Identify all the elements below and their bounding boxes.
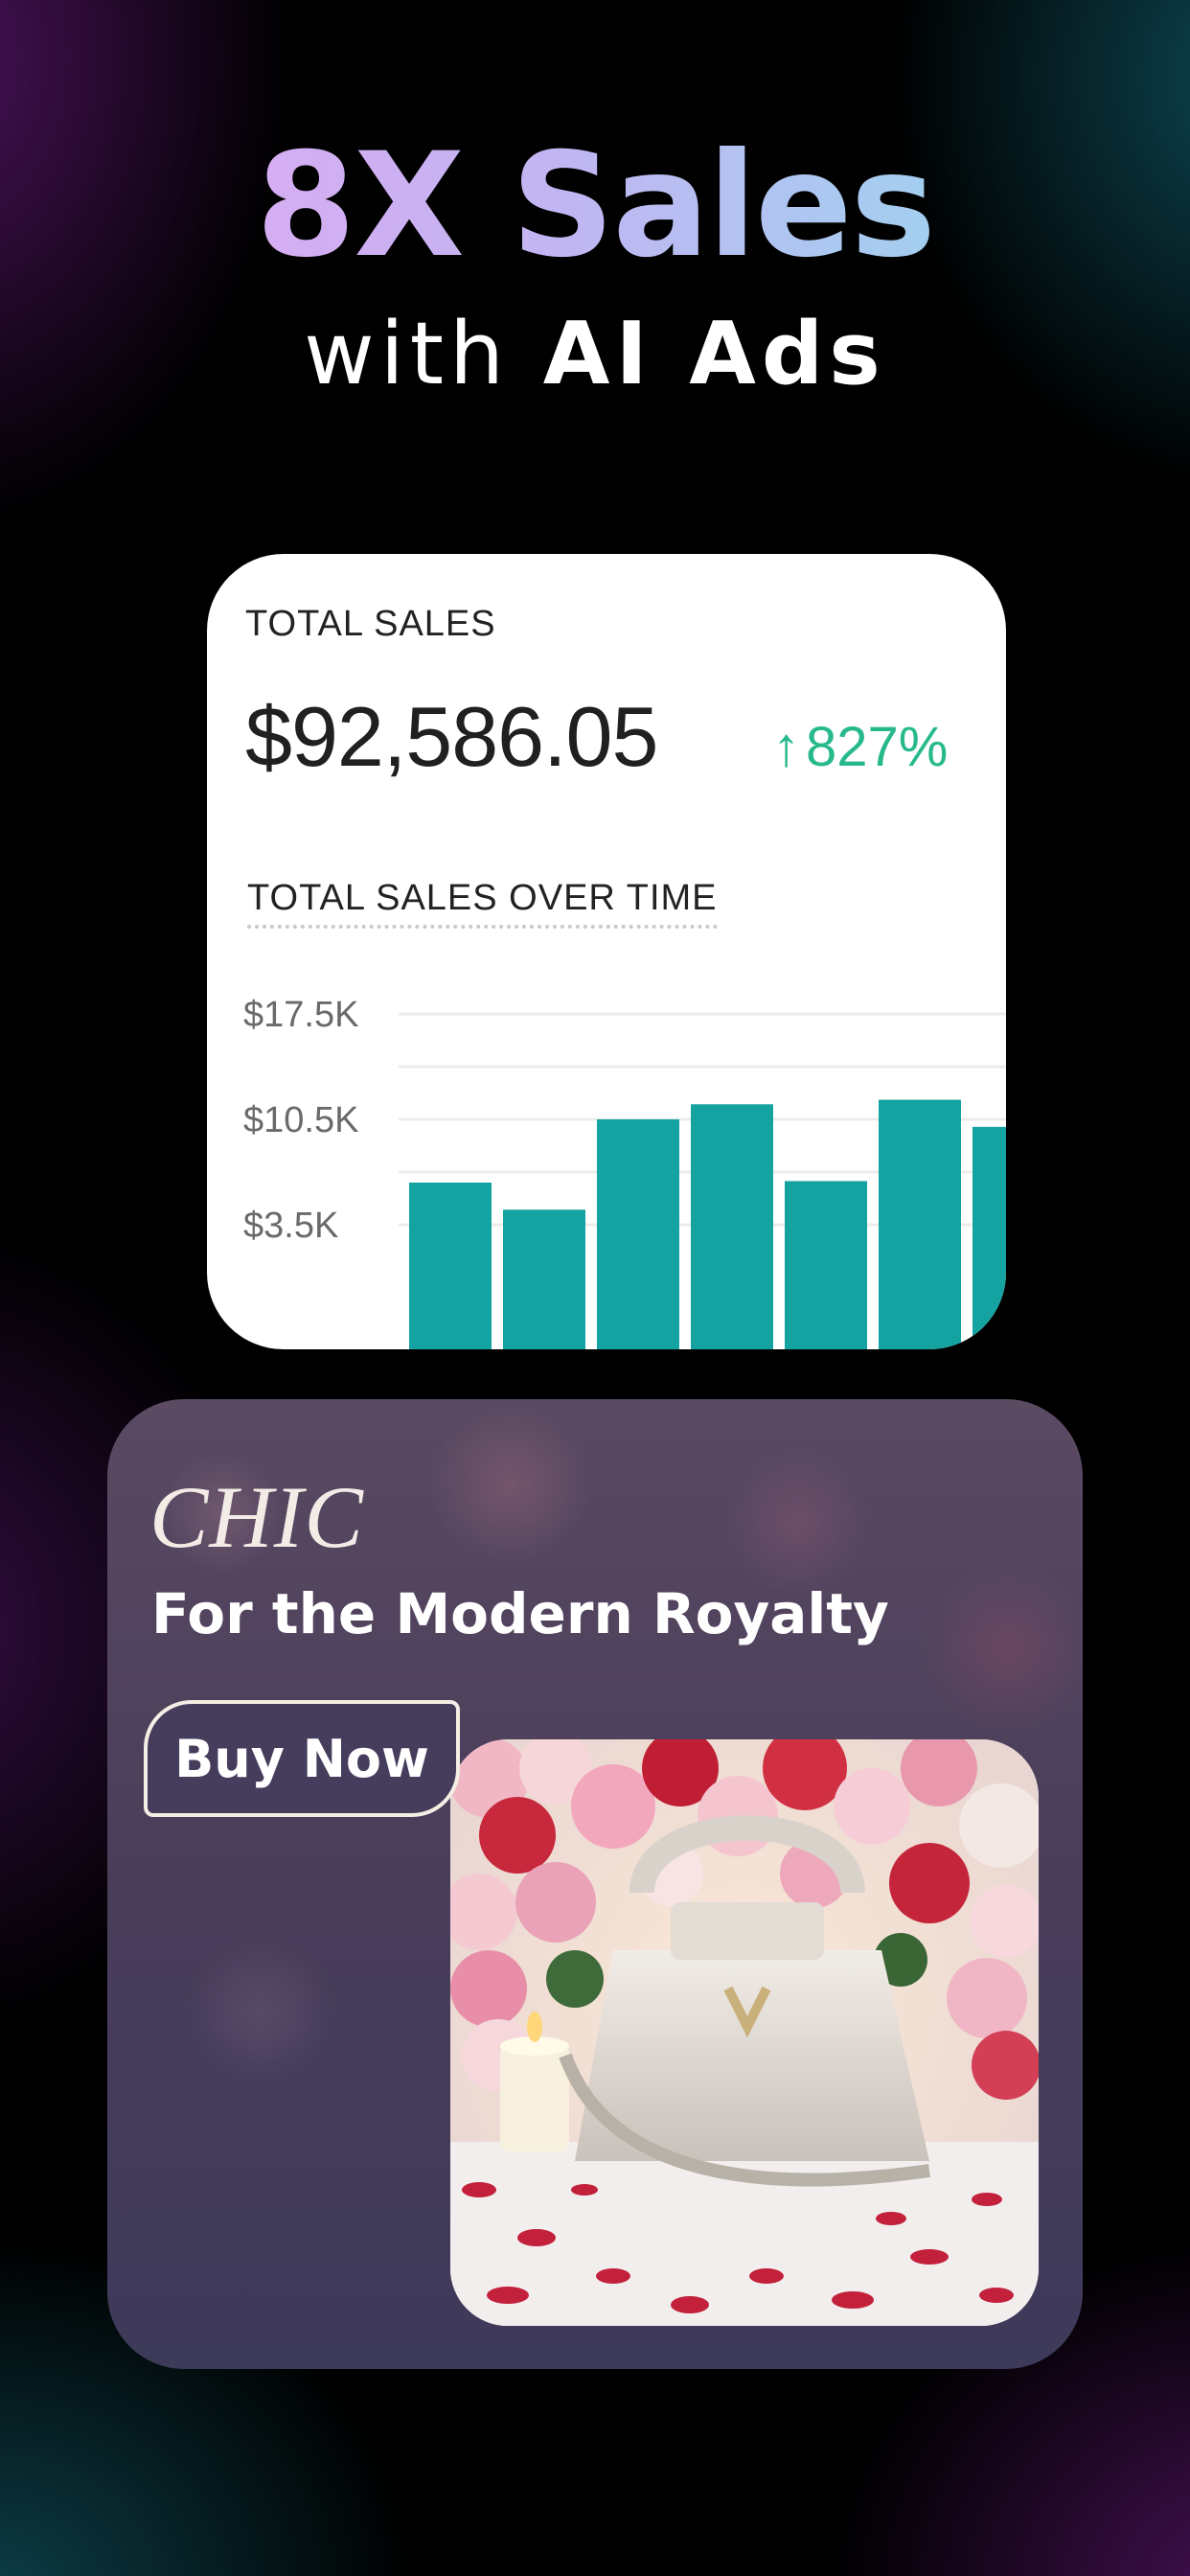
chart-bar <box>691 1104 773 1349</box>
y-tick-label: $10.5K <box>243 1100 358 1140</box>
buy-now-button[interactable]: Buy Now <box>144 1700 460 1817</box>
ad-preview-card: CHIC For the Modern Royalty Buy Now <box>107 1399 1083 2369</box>
chart-bar <box>785 1181 867 1349</box>
subtitle-light-text: with <box>304 304 543 404</box>
ad-tagline: For the Modern Royalty <box>151 1581 889 1646</box>
product-photo <box>450 1739 1039 2326</box>
y-tick-label: $3.5K <box>243 1206 338 1246</box>
y-tick-label: $17.5K <box>243 995 358 1035</box>
subtitle-bold-text: AI Ads <box>542 304 886 404</box>
chart-bar <box>879 1099 961 1349</box>
ad-brand-name: CHIC <box>149 1468 364 1566</box>
chart-bar <box>597 1119 679 1349</box>
headline-title: 8X Sales <box>0 115 1190 297</box>
total-sales-card: TOTAL SALES $92,586.05 ↑ 827% TOTAL SALES… <box>207 554 1006 1349</box>
sales-bar-chart: $17.5K $10.5K $3.5K <box>243 995 1006 1349</box>
chart-bar <box>503 1209 585 1349</box>
chart-bar <box>973 1126 1006 1349</box>
chart-bar <box>409 1183 492 1349</box>
handbag-with-roses-image <box>450 1739 1039 2326</box>
headline-subtitle: with AI Ads <box>0 302 1190 407</box>
